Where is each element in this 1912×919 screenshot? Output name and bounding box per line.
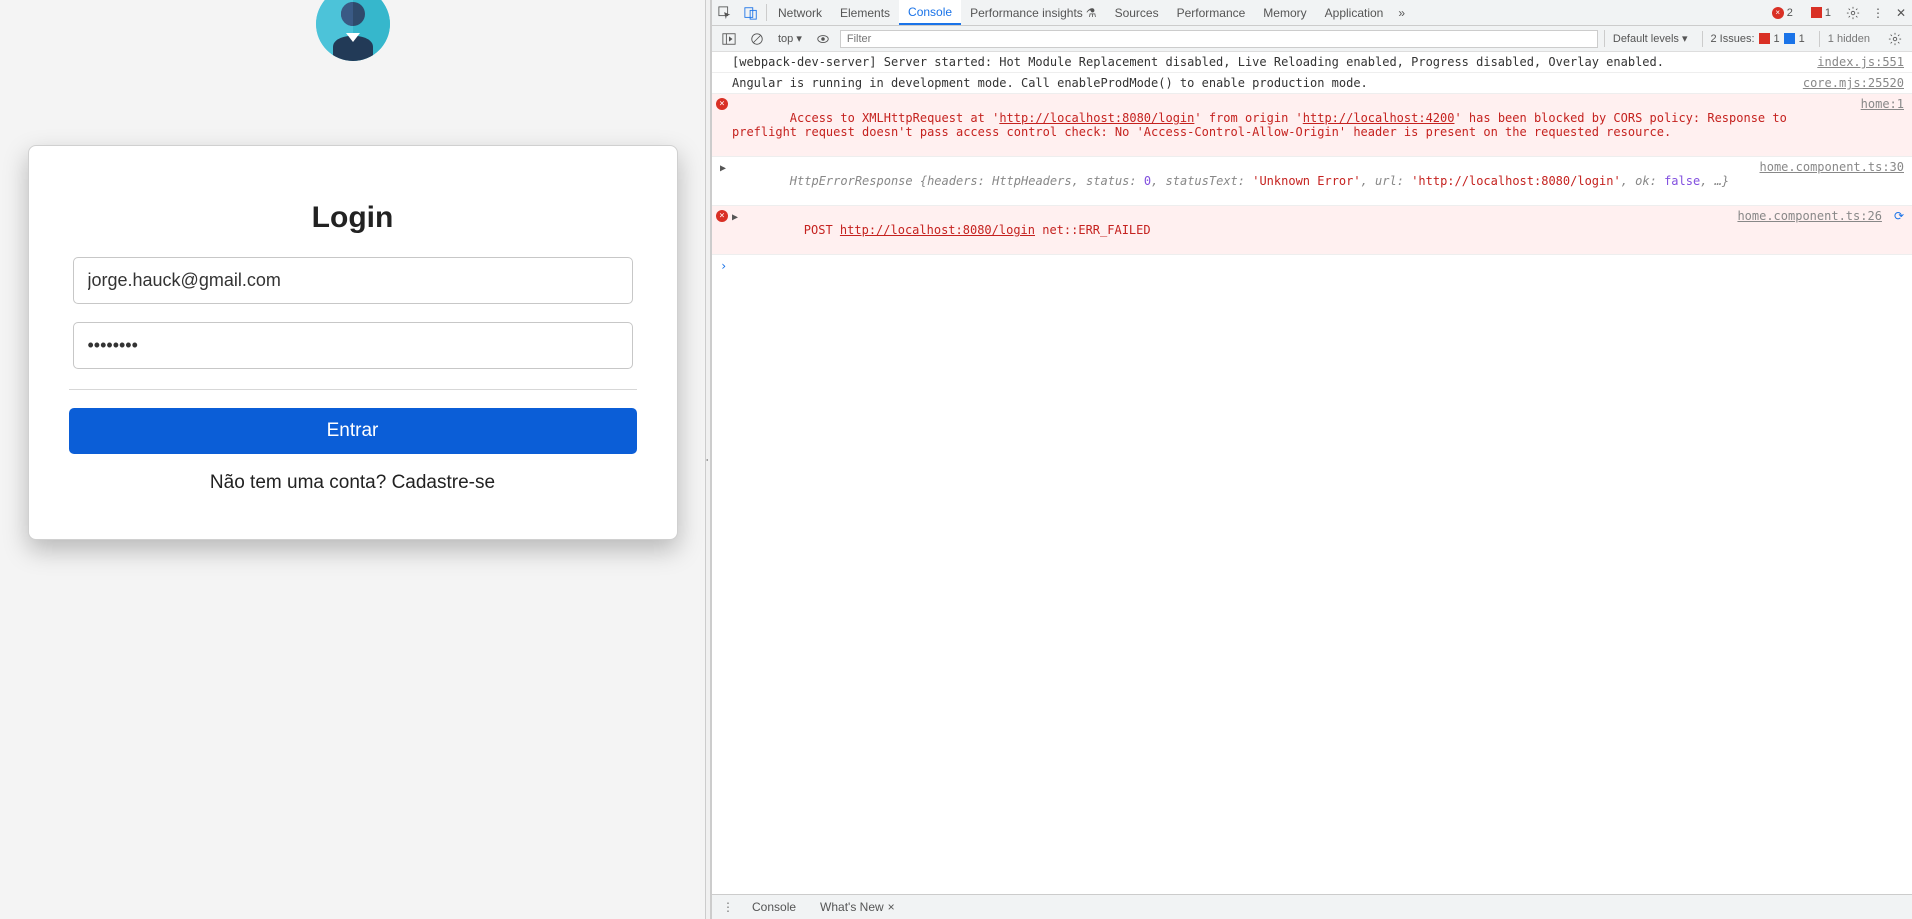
console-output: [webpack-dev-server] Server started: Hot…	[712, 52, 1912, 894]
tab-performance[interactable]: Performance	[1168, 0, 1255, 25]
avatar-icon	[316, 0, 390, 61]
log-message: POST http://localhost:8080/login net::ER…	[732, 209, 1721, 251]
retry-icon[interactable]: ⟳	[1894, 209, 1904, 223]
login-title: Login	[69, 201, 637, 235]
more-tabs-icon[interactable]: »	[1392, 0, 1411, 25]
divider	[69, 389, 637, 390]
error-icon: ×	[716, 98, 728, 110]
drawer-menu-icon[interactable]: ⋮	[718, 900, 738, 914]
beaker-icon: ⚗	[1086, 6, 1097, 20]
filter-input[interactable]	[840, 30, 1598, 48]
issue-count-badge[interactable]: 1	[1802, 0, 1840, 25]
log-row-network-error: × ▶ POST http://localhost:8080/login net…	[712, 206, 1912, 255]
hidden-count[interactable]: 1 hidden	[1819, 31, 1878, 47]
tab-network[interactable]: Network	[769, 0, 831, 25]
expand-triangle-icon[interactable]: ▶	[720, 163, 726, 174]
app-pane: Login Entrar Não tem uma conta? Cadastre…	[0, 0, 705, 919]
log-message: [webpack-dev-server] Server started: Hot…	[732, 55, 1801, 69]
signup-prompt: Não tem uma conta? Cadastre-se	[69, 472, 637, 494]
kebab-menu-icon[interactable]: ⋮	[1866, 0, 1890, 25]
flag-red-icon	[1759, 33, 1770, 44]
clear-console-icon[interactable]	[746, 30, 768, 48]
submit-button[interactable]: Entrar	[69, 408, 637, 454]
log-levels-selector[interactable]: Default levels ▾	[1604, 30, 1696, 47]
error-icon: ×	[716, 210, 728, 222]
close-icon[interactable]: ×	[888, 900, 895, 914]
drawer-tab-whatsnew[interactable]: What's New×	[810, 897, 905, 917]
tab-application[interactable]: Application	[1316, 0, 1393, 25]
resizer-grip-icon: ⋮	[706, 453, 710, 467]
console-settings-icon[interactable]	[1884, 30, 1906, 48]
settings-icon[interactable]	[1840, 0, 1866, 25]
log-message: Access to XMLHttpRequest at 'http://loca…	[732, 97, 1845, 153]
tab-performance-insights-label: Performance insights	[970, 6, 1083, 20]
tab-elements[interactable]: Elements	[831, 0, 899, 25]
tab-performance-insights[interactable]: Performance insights ⚗	[961, 0, 1105, 25]
device-toolbar-icon[interactable]	[738, 0, 764, 25]
live-expression-icon[interactable]	[812, 30, 834, 48]
log-row: [webpack-dev-server] Server started: Hot…	[712, 52, 1912, 73]
inspect-element-icon[interactable]	[712, 0, 738, 25]
drawer-tab-console[interactable]: Console	[742, 897, 806, 917]
log-message: HttpErrorResponse {headers: HttpHeaders,…	[732, 160, 1744, 202]
devtools-tabstrip: Network Elements Console Performance ins…	[712, 0, 1912, 26]
log-source-link[interactable]: home.component.ts:26	[1737, 209, 1882, 223]
issues-label: 2 Issues:	[1711, 33, 1755, 45]
log-row-error: × Access to XMLHttpRequest at 'http://lo…	[712, 94, 1912, 157]
login-card: Login Entrar Não tem uma conta? Cadastre…	[28, 145, 678, 540]
error-count-badge[interactable]: ×2	[1763, 0, 1802, 25]
divider	[766, 4, 767, 21]
log-row: Angular is running in development mode. …	[712, 73, 1912, 94]
tab-sources[interactable]: Sources	[1106, 0, 1168, 25]
close-devtools-icon[interactable]: ✕	[1890, 0, 1912, 25]
login-card-wrap: Login Entrar Não tem uma conta? Cadastre…	[28, 25, 678, 540]
log-source-link[interactable]: home.component.ts:30	[1760, 160, 1905, 174]
log-row-object: ▶ HttpErrorResponse {headers: HttpHeader…	[712, 157, 1912, 206]
log-source-link[interactable]: core.mjs:25520	[1803, 76, 1904, 90]
email-input[interactable]	[73, 257, 633, 304]
tab-console[interactable]: Console	[899, 0, 961, 25]
log-source-link[interactable]: index.js:551	[1817, 55, 1904, 69]
url-link[interactable]: http://localhost:8080/login	[999, 111, 1194, 125]
log-message: Angular is running in development mode. …	[732, 76, 1787, 90]
toggle-sidebar-icon[interactable]	[718, 30, 740, 48]
signup-link[interactable]: Cadastre-se	[392, 472, 496, 493]
log-source-link[interactable]: home:1	[1861, 97, 1904, 111]
password-input[interactable]	[73, 322, 633, 369]
devtools-drawer: ⋮ Console What's New×	[712, 894, 1912, 919]
signup-prompt-text: Não tem uma conta?	[210, 472, 392, 493]
console-toolbar: top ▾ Default levels ▾ 2 Issues: 1 1 1 h…	[712, 26, 1912, 52]
expand-triangle-icon[interactable]: ▶	[732, 212, 738, 223]
url-link[interactable]: http://localhost:8080/login	[840, 223, 1035, 237]
context-selector[interactable]: top ▾	[774, 30, 806, 47]
url-link[interactable]: http://localhost:4200	[1303, 111, 1455, 125]
tab-memory[interactable]: Memory	[1254, 0, 1315, 25]
issues-summary[interactable]: 2 Issues: 1 1	[1702, 31, 1813, 47]
devtools-panel: Network Elements Console Performance ins…	[711, 0, 1912, 919]
console-prompt[interactable]: ›	[712, 255, 1912, 277]
flag-blue-icon	[1784, 33, 1795, 44]
